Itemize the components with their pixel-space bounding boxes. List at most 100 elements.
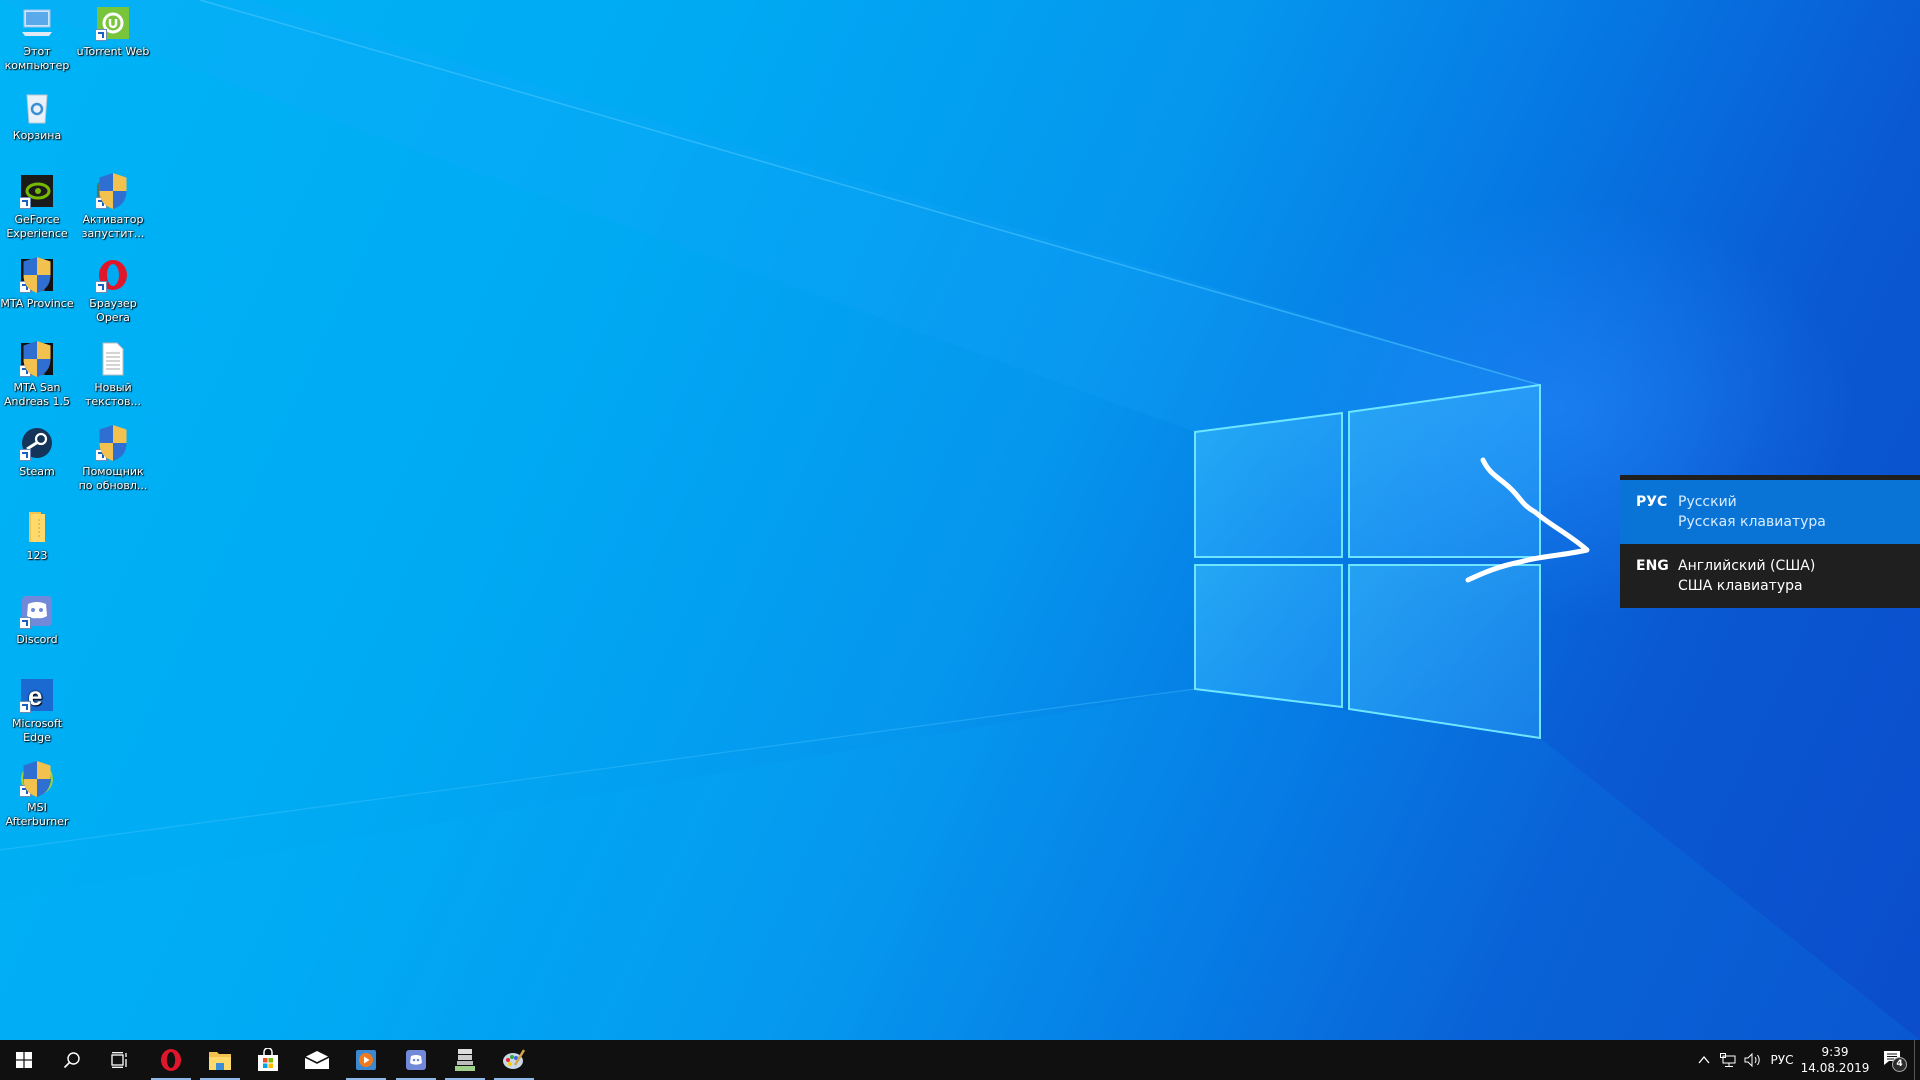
desktop-icon-geforce[interactable]: GeForce Experience [0, 173, 74, 241]
mta-province-icon [19, 257, 55, 293]
language-code: РУС [1636, 494, 1668, 510]
desktop-icon-activator[interactable]: M Активатор запустит... [76, 173, 150, 241]
uac-shield-icon [23, 341, 51, 377]
desktop-icon-edge[interactable]: e Microsoft Edge [0, 677, 74, 745]
discord-icon [19, 593, 55, 629]
uac-shield-icon [23, 761, 51, 797]
file-explorer-icon [209, 1052, 231, 1070]
shortcut-arrow-icon [19, 701, 31, 713]
media-player-taskbar-button[interactable] [342, 1040, 390, 1080]
text-document-icon [95, 341, 131, 377]
uac-shield-icon [99, 173, 127, 209]
desktop-icon-label: GeForce Experience [6, 213, 68, 240]
network-icon [1720, 1053, 1736, 1067]
search-icon [63, 1052, 80, 1069]
chevron-up-icon [1698, 1056, 1710, 1064]
language-code: ENG [1636, 558, 1669, 574]
show-desktop-button[interactable] [1914, 1040, 1920, 1080]
windows-icon [16, 1052, 32, 1068]
task-view-button[interactable] [96, 1040, 144, 1080]
steam-icon [19, 425, 55, 461]
desktop-icon-label: 123 [26, 549, 48, 562]
paint-icon [503, 1049, 526, 1069]
mail-taskbar-button[interactable] [293, 1040, 341, 1080]
store-taskbar-button[interactable] [244, 1040, 292, 1080]
desktop-icon-update-assistant[interactable]: Помощник по обновл... [76, 425, 150, 493]
msi-afterburner-icon [19, 761, 55, 797]
language-item-russian[interactable]: РУС Русский Русская клавиатура [1620, 480, 1920, 544]
media-player-icon [356, 1050, 376, 1070]
desktop-icon-mta-province[interactable]: MTA Province [0, 257, 74, 311]
desktop-icon-label: Активатор запустит... [81, 213, 145, 240]
desktop-icon-recycle-bin[interactable]: Корзина [0, 89, 74, 143]
desktop-icon-steam[interactable]: Steam [0, 425, 74, 479]
file-explorer-taskbar-button[interactable] [196, 1040, 244, 1080]
shortcut-arrow-icon [19, 449, 31, 461]
language-switcher-popup: РУС Русский Русская клавиатура ENG Англи… [1620, 475, 1920, 608]
notification-count-badge: 4 [1892, 1057, 1907, 1072]
activator-icon: M [95, 173, 131, 209]
task-view-icon [111, 1052, 127, 1068]
utorrent-icon [95, 5, 131, 41]
recycle-bin-icon [19, 89, 55, 125]
input-indicator-button[interactable]: РУС [1768, 1040, 1796, 1080]
network-tray-button[interactable] [1716, 1040, 1740, 1080]
opera-taskbar-button[interactable] [147, 1040, 195, 1080]
mail-icon [305, 1051, 329, 1069]
paint-taskbar-button[interactable] [490, 1040, 538, 1080]
opera-icon [161, 1049, 181, 1071]
desktop-icon-msi-afterburner[interactable]: MSI Afterburner [0, 761, 74, 829]
desktop-icon-label: Microsoft Edge [11, 717, 63, 744]
gta-province-icon [455, 1049, 475, 1071]
mta-san-andreas-icon [19, 341, 55, 377]
store-icon [258, 1048, 278, 1071]
start-button[interactable] [0, 1040, 48, 1080]
show-hidden-icons-button[interactable] [1692, 1040, 1716, 1080]
desktop-icon-label: Корзина [12, 129, 62, 142]
discord-icon [406, 1050, 426, 1070]
desktop-icon-mta-san-andreas[interactable]: MTA San Andreas 1.5 [0, 341, 74, 409]
windows-logo [1194, 383, 1541, 740]
action-center-button[interactable]: 4 [1874, 1040, 1914, 1080]
desktop-icon-label: Помощник по обновл... [78, 465, 148, 492]
clock-time: 9:39 [1821, 1045, 1849, 1059]
desktop-icon-label: MSI Afterburner [5, 801, 69, 828]
shortcut-arrow-icon [95, 29, 107, 41]
edge-icon: e [19, 677, 55, 713]
clock-date: 14.08.2019 [1800, 1061, 1870, 1075]
desktop-icon-label: Этот компьютер [4, 45, 70, 72]
desktop-icon-text-document[interactable]: Новый текстов... [76, 341, 150, 409]
keyboard-layout: США клавиатура [1678, 578, 1803, 594]
gta-province-taskbar-button[interactable] [441, 1040, 489, 1080]
desktop-icon-utorrent[interactable]: uTorrent Web [76, 5, 150, 59]
desktop[interactable]: Этот компьютер uTorrent Web Корзина GeForce… [0, 0, 1920, 1040]
desktop-icon-label: Новый текстов... [85, 381, 141, 408]
desktop-icon-label: uTorrent Web [76, 45, 150, 58]
clock-button[interactable]: 9:39 14.08.2019 [1795, 1040, 1875, 1080]
desktop-icon-this-pc[interactable]: Этот компьютер [0, 5, 74, 73]
search-button[interactable] [48, 1040, 96, 1080]
discord-taskbar-button[interactable] [392, 1040, 440, 1080]
shortcut-arrow-icon [19, 197, 31, 209]
volume-tray-button[interactable] [1740, 1040, 1766, 1080]
language-name: Английский (США) [1678, 558, 1816, 574]
desktop-icon-folder[interactable]: 123 [0, 509, 74, 563]
this-pc-icon [19, 5, 55, 41]
folder-icon [19, 509, 55, 545]
language-name: Русский [1678, 494, 1737, 510]
taskbar: РУС 9:39 14.08.2019 4 [0, 1040, 1920, 1080]
update-assistant-icon [95, 425, 131, 461]
desktop-icon-label: Discord [16, 633, 58, 646]
uac-shield-icon [99, 425, 127, 461]
opera-icon [95, 257, 131, 293]
desktop-icon-label: Браузер Opera [89, 297, 137, 324]
uac-shield-icon [23, 257, 51, 293]
geforce-icon [19, 173, 55, 209]
desktop-icon-label: Steam [19, 465, 55, 478]
desktop-icon-opera[interactable]: Браузер Opera [76, 257, 150, 325]
keyboard-layout: Русская клавиатура [1678, 514, 1826, 530]
shortcut-arrow-icon [19, 617, 31, 629]
desktop-icon-discord[interactable]: Discord [0, 593, 74, 647]
language-item-english[interactable]: ENG Английский (США) США клавиатура [1620, 544, 1920, 608]
desktop-icon-label: MTA Province [0, 297, 74, 310]
